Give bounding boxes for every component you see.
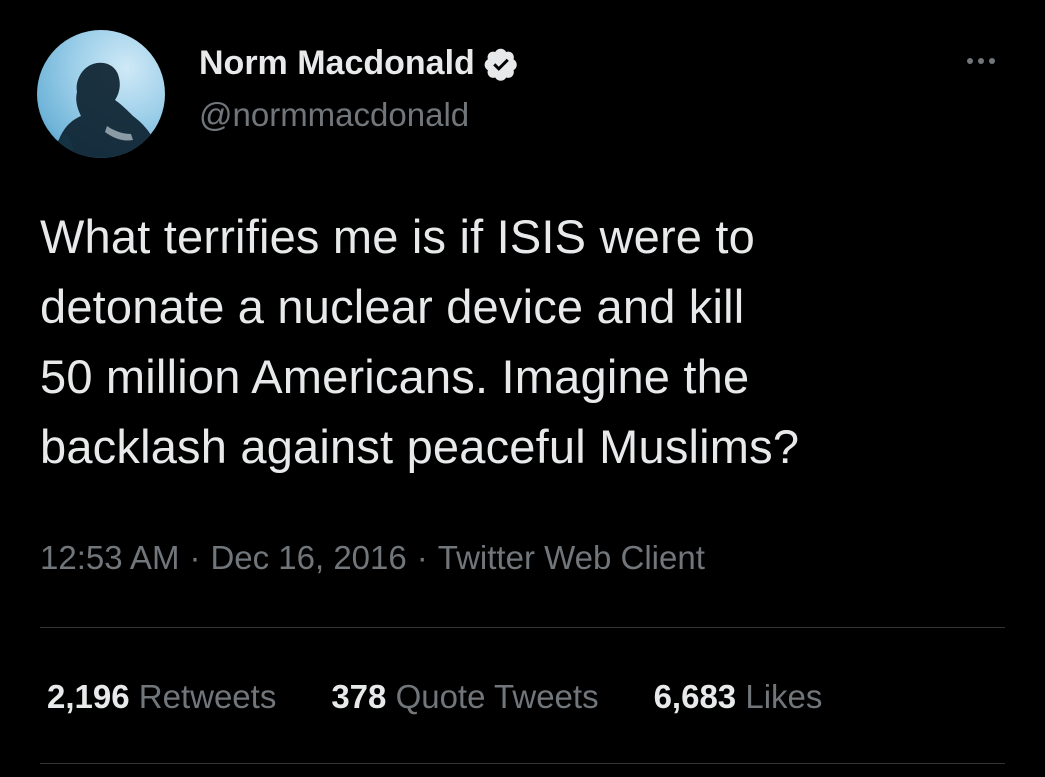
divider [40,763,1005,764]
more-options-icon[interactable] [958,48,1004,74]
quote-tweets-label: Quote Tweets [395,678,599,715]
likes-stat[interactable]: 6,683 Likes [654,675,823,719]
dot [967,58,973,64]
separator: · [416,539,428,576]
separator: · [189,539,201,576]
tweet-time[interactable]: 12:53 AM [40,539,179,576]
avatar[interactable] [37,30,165,158]
display-name-text: Norm Macdonald [199,44,475,82]
retweets-count: 2,196 [47,678,130,715]
tweet-source[interactable]: Twitter Web Client [438,539,705,576]
tweet-text-line: 50 million Americans. Imagine the [40,350,750,403]
tweet-stats: 2,196 Retweets 378 Quote Tweets 6,683 Li… [47,675,877,719]
retweets-label: Retweets [138,678,277,715]
verified-badge-icon [484,48,517,81]
user-handle[interactable]: @normmacdonald [199,93,469,137]
user-display-name[interactable]: Norm Macdonald [199,41,519,85]
avatar-silhouette [47,62,157,158]
quote-tweets-stat[interactable]: 378 Quote Tweets [331,675,598,719]
tweet-text-line: detonate a nuclear device and kill [40,280,745,333]
tweet-metadata: 12:53 AM · Dec 16, 2016 · Twitter Web Client [40,536,705,580]
tweet-text-line: What terrifies me is if ISIS were to [40,210,755,263]
tweet-text-line: backlash against peaceful Muslims? [40,420,800,473]
divider [40,627,1005,628]
tweet-date[interactable]: Dec 16, 2016 [210,539,406,576]
dot [978,58,984,64]
tweet-text: What terrifies me is if ISIS were to det… [40,202,1030,482]
likes-count: 6,683 [653,678,737,715]
likes-label: Likes [745,678,823,715]
retweets-stat[interactable]: 2,196 Retweets [47,675,276,719]
dot [989,58,995,64]
quote-tweets-count: 378 [331,678,387,715]
